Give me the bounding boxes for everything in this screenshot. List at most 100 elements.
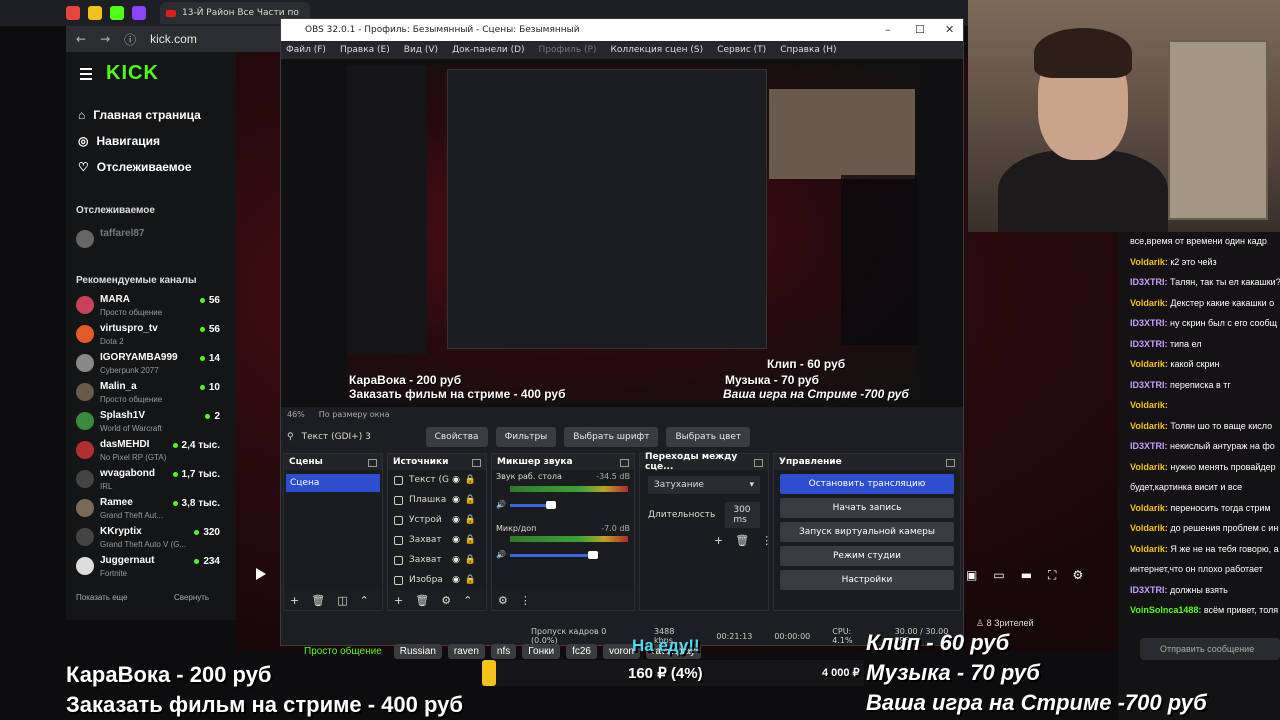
menu-item[interactable]: Файл (F): [286, 45, 326, 55]
hamburger-icon[interactable]: [80, 68, 92, 83]
channel-item[interactable]: Juggernaut Fortnite 234: [76, 553, 226, 583]
eye-icon[interactable]: ◉: [452, 475, 460, 485]
speaker-icon[interactable]: 🔊: [496, 500, 506, 509]
eye-icon[interactable]: ◉: [452, 535, 460, 545]
chat-username[interactable]: ID3XTRI:: [1130, 585, 1168, 595]
menu-item[interactable]: Сервис (T): [717, 45, 766, 55]
close-icon[interactable]: ✕: [945, 23, 954, 36]
stream-tag[interactable]: fc26: [566, 644, 597, 659]
collapse-link[interactable]: Свернуть: [174, 593, 209, 602]
pip-icon[interactable]: ▣: [966, 568, 977, 583]
mixer-settings-icon[interactable]: ⚙: [498, 594, 508, 607]
channel-item[interactable]: dasMEHDI No Pixel RP (GTA) 2,4 тыс.: [76, 437, 226, 467]
fullscreen-icon[interactable]: ⛶: [1048, 568, 1056, 583]
tab-icon[interactable]: [132, 6, 146, 20]
nav-following[interactable]: ♡ Отслеживаемое: [78, 160, 192, 174]
chat-username[interactable]: Voldarik:: [1130, 503, 1168, 513]
gear-icon[interactable]: ⚙: [441, 594, 451, 607]
select-color-button[interactable]: Выбрать цвет: [666, 427, 751, 447]
trash-icon[interactable]: 🗑: [735, 534, 749, 547]
nav-browse[interactable]: ◎ Навигация: [78, 134, 160, 148]
eye-icon[interactable]: ◉: [452, 575, 460, 585]
trash-icon[interactable]: 🗑: [415, 594, 429, 607]
filter-icon[interactable]: ◫: [337, 594, 347, 607]
source-item[interactable]: Текст (G ◉ 🔒: [388, 470, 486, 490]
lock-icon[interactable]: 🔒: [465, 535, 476, 545]
eye-icon[interactable]: ◉: [452, 555, 460, 565]
tab-icon[interactable]: [110, 6, 124, 20]
filters-button[interactable]: Фильтры: [495, 427, 557, 447]
properties-button[interactable]: Свойства: [425, 427, 488, 447]
studio-mode-button[interactable]: Режим студии: [780, 546, 954, 566]
obs-preview[interactable]: КараВока - 200 руб Заказать фильм на стр…: [281, 59, 963, 407]
chat-username[interactable]: ID3XTRI:: [1130, 318, 1168, 328]
settings-gear-icon[interactable]: ⚙: [1072, 568, 1083, 583]
chat-username[interactable]: ID3XTRI:: [1130, 441, 1168, 451]
volume-fader[interactable]: [510, 551, 598, 559]
address-bar[interactable]: ← → ⓘ kick.com: [66, 26, 286, 52]
url-text[interactable]: kick.com: [150, 32, 197, 46]
chat-username[interactable]: Voldarik:: [1130, 544, 1168, 554]
volume-fader[interactable]: [510, 501, 556, 509]
source-item[interactable]: Изобра ◉ 🔒: [388, 570, 486, 590]
stream-tag[interactable]: Russian: [393, 644, 442, 659]
menu-item[interactable]: Док-панели (D): [452, 45, 524, 55]
add-icon[interactable]: +: [394, 594, 403, 607]
chat-username[interactable]: Voldarik:: [1130, 462, 1168, 472]
stream-tag[interactable]: raven: [447, 644, 485, 659]
menu-item[interactable]: Справка (H): [780, 45, 836, 55]
menu-dots-icon[interactable]: ⋮: [520, 594, 531, 607]
category-tag[interactable]: Просто общение: [304, 644, 388, 659]
zoom-value[interactable]: 46%: [287, 410, 305, 419]
add-icon[interactable]: +: [714, 534, 723, 547]
add-icon[interactable]: +: [290, 594, 299, 607]
channel-item[interactable]: Splash1V World of Warcraft 2: [76, 408, 226, 438]
back-icon[interactable]: ←: [76, 32, 86, 46]
chat-username[interactable]: ID3XTRI:: [1130, 339, 1168, 349]
speaker-icon[interactable]: 🔊: [496, 550, 506, 559]
menu-item[interactable]: Правка (E): [340, 45, 390, 55]
chevron-up-icon[interactable]: ⌃: [463, 594, 472, 607]
lock-icon[interactable]: 🔒: [465, 555, 476, 565]
kick-logo[interactable]: KICK: [106, 62, 159, 85]
chat-username[interactable]: Voldarik:: [1130, 400, 1168, 410]
stream-tag[interactable]: Гонки: [522, 644, 561, 659]
chat-username[interactable]: Voldarik:: [1130, 257, 1168, 267]
chat-input[interactable]: Отправить сообщение: [1140, 638, 1280, 660]
channel-item[interactable]: KKryptix Grand Theft Auto V (G... 320: [76, 524, 226, 554]
channel-item[interactable]: MARA Просто общение 56: [76, 292, 226, 322]
tab-icon[interactable]: [88, 6, 102, 20]
channel-item[interactable]: virtuspro_tv Dota 2 56: [76, 321, 226, 351]
settings-button[interactable]: Настройки: [780, 570, 954, 590]
select-font-button[interactable]: Выбрать шрифт: [564, 427, 659, 447]
chevron-up-icon[interactable]: ⌃: [360, 594, 369, 607]
nav-home[interactable]: ⌂ Главная страница: [78, 108, 201, 122]
eye-icon[interactable]: ◉: [452, 515, 460, 525]
scene-item-selected[interactable]: Сцена: [286, 474, 380, 492]
menu-item[interactable]: Вид (V): [404, 45, 438, 55]
tab-icon[interactable]: [66, 6, 80, 20]
zoom-mode[interactable]: По размеру окна: [319, 410, 390, 419]
lock-icon[interactable]: 🔒: [465, 575, 476, 585]
menu-dots-icon[interactable]: ⋮: [761, 534, 772, 547]
lock-icon[interactable]: 🔒: [465, 475, 476, 485]
play-icon[interactable]: [256, 568, 266, 580]
forward-icon[interactable]: →: [100, 32, 110, 46]
source-item[interactable]: Захват ◉ 🔒: [388, 530, 486, 550]
site-info-icon[interactable]: ⓘ: [124, 31, 136, 48]
chat-username[interactable]: Voldarik:: [1130, 298, 1168, 308]
minimize-icon[interactable]: –: [885, 23, 891, 36]
source-item[interactable]: Плашка ◉ 🔒: [388, 490, 486, 510]
transition-select[interactable]: Затухание ▾: [648, 476, 760, 494]
source-item[interactable]: Устрой ◉ 🔒: [388, 510, 486, 530]
show-more-link[interactable]: Показать еще: [76, 593, 128, 602]
stream-tag[interactable]: nfs: [490, 644, 517, 659]
lock-icon[interactable]: 🔒: [465, 495, 476, 505]
chat-username[interactable]: ID3XTRI:: [1130, 380, 1168, 390]
stop-streaming-button[interactable]: Остановить трансляцию: [780, 474, 954, 494]
chat-username[interactable]: Voldarik:: [1130, 421, 1168, 431]
chat-username[interactable]: ID3XTRI:: [1130, 277, 1168, 287]
channel-item[interactable]: wvagabond IRL 1,7 тыс.: [76, 466, 226, 496]
lock-icon[interactable]: 🔒: [465, 515, 476, 525]
chat-username[interactable]: Voldarik:: [1130, 359, 1168, 369]
